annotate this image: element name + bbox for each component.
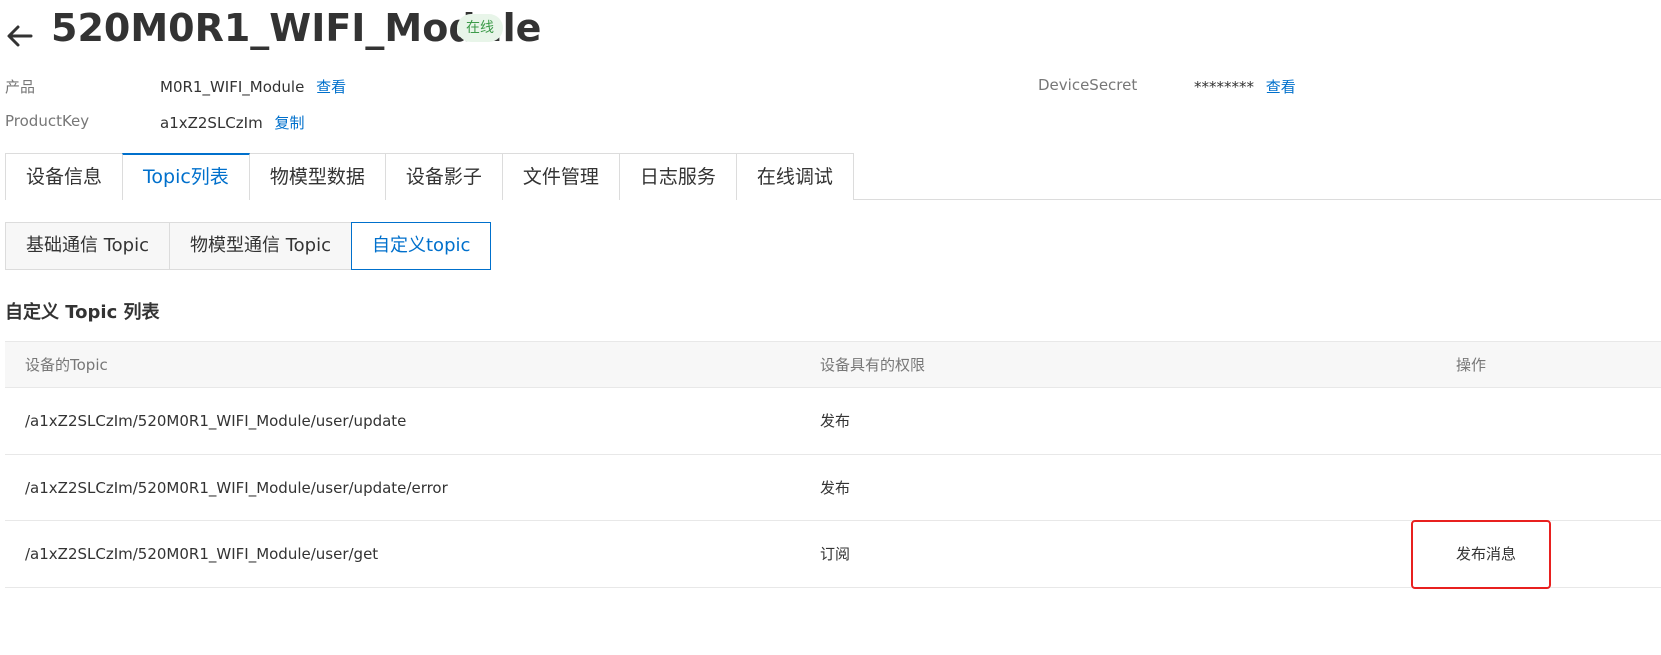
productkey-label: ProductKey <box>5 112 90 130</box>
subtab-basic-topic[interactable]: 基础通信 Topic <box>5 222 170 270</box>
permission-cell: 发布 <box>820 478 851 497</box>
tab-log-service[interactable]: 日志服务 <box>618 153 737 200</box>
permission-cell: 订阅 <box>820 545 851 563</box>
productkey-copy-link[interactable]: 复制 <box>274 114 304 132</box>
tab-topic-list[interactable]: Topic列表 <box>122 153 250 201</box>
product-label: 产品 <box>5 78 36 96</box>
product-view-link[interactable]: 查看 <box>316 78 346 96</box>
subtab-custom-topic[interactable]: 自定义topic <box>351 222 492 270</box>
status-badge: 在线 <box>457 14 503 42</box>
table-row: /a1xZ2SLCzIm/520M0R1_WIFI_Module/user/up… <box>5 455 1661 521</box>
tab-device-info[interactable]: 设备信息 <box>5 153 124 200</box>
main-tabs: 设备信息 Topic列表 物模型数据 设备影子 文件管理 日志服务 在线调试 <box>5 153 1661 201</box>
arrow-left-icon[interactable] <box>4 22 34 48</box>
page-header: 520M0R1_WIFI_Module 在线 <box>0 0 1661 62</box>
table-row: /a1xZ2SLCzIm/520M0R1_WIFI_Module/user/up… <box>5 388 1661 455</box>
device-secret-label: DeviceSecret <box>1038 76 1138 94</box>
tab-device-shadow[interactable]: 设备影子 <box>384 153 503 200</box>
column-header-permission: 设备具有的权限 <box>820 356 926 374</box>
device-secret-mask: ******** <box>1194 78 1254 96</box>
tab-thing-model-data[interactable]: 物模型数据 <box>248 153 386 200</box>
permission-cell: 发布 <box>820 412 851 430</box>
column-header-action: 操作 <box>1456 356 1487 374</box>
product-name: M0R1_WIFI_Module <box>160 78 305 96</box>
tab-online-debug[interactable]: 在线调试 <box>735 153 854 200</box>
device-secret-view-link[interactable]: 查看 <box>1266 78 1296 96</box>
topic-subtabs: 基础通信 Topic 物模型通信 Topic 自定义topic <box>5 222 492 270</box>
subtab-thing-model-topic[interactable]: 物模型通信 Topic <box>169 222 352 270</box>
column-header-topic: 设备的Topic <box>25 356 108 374</box>
product-value: M0R1_WIFI_Module 查看 <box>160 76 346 97</box>
section-title: 自定义 Topic 列表 <box>5 302 160 323</box>
productkey-value: a1xZ2SLCzIm 复制 <box>160 112 305 133</box>
topic-cell: /a1xZ2SLCzIm/520M0R1_WIFI_Module/user/up… <box>25 478 448 497</box>
tab-file-management[interactable]: 文件管理 <box>501 153 620 200</box>
publish-message-link[interactable]: 发布消息 <box>1456 521 1516 587</box>
topic-cell: /a1xZ2SLCzIm/520M0R1_WIFI_Module/user/up… <box>25 412 407 430</box>
productkey-text: a1xZ2SLCzIm <box>160 114 263 132</box>
device-secret-value: ******** 查看 <box>1194 76 1296 97</box>
table-header: 设备的Topic 设备具有的权限 操作 <box>5 341 1661 388</box>
topic-table: 设备的Topic 设备具有的权限 操作 /a1xZ2SLCzIm/520M0R1… <box>5 341 1661 588</box>
topic-cell: /a1xZ2SLCzIm/520M0R1_WIFI_Module/user/ge… <box>25 545 379 563</box>
table-row: /a1xZ2SLCzIm/520M0R1_WIFI_Module/user/ge… <box>5 521 1661 588</box>
